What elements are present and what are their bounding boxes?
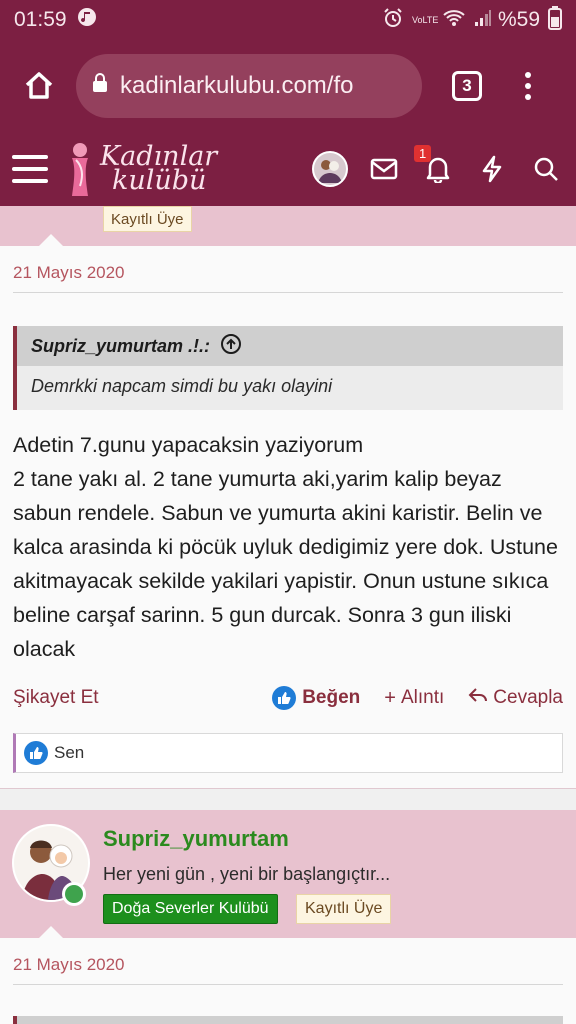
- music-app-icon: [77, 7, 97, 33]
- post-date[interactable]: 21 Mayıs 2020: [13, 263, 125, 283]
- go-to-quoted-icon[interactable]: [220, 333, 242, 360]
- logo-line-2: kulübü: [112, 165, 207, 196]
- post-pointer: [38, 926, 64, 939]
- alarm-icon: [382, 7, 404, 34]
- thumbs-up-icon: [272, 686, 297, 710]
- volte-indicator: VoLTE: [411, 15, 439, 25]
- envelope-icon: [370, 158, 398, 180]
- signal-icon: [474, 9, 492, 32]
- post-date[interactable]: 21 Mayıs 2020: [13, 955, 125, 975]
- thumbs-up-icon: [24, 741, 48, 765]
- site-logo[interactable]: Kadınlar kulübü: [66, 140, 217, 198]
- url-text: kadinlarkulubu.com/fo: [120, 72, 354, 99]
- quote-text: Demrkki napcam simdi bu yakı olayini: [31, 376, 333, 396]
- search-icon: [534, 157, 558, 181]
- reactions-summary[interactable]: Sen: [13, 733, 563, 773]
- home-button[interactable]: [14, 61, 64, 111]
- site-header: Kadınlar kulübü 1: [0, 132, 576, 206]
- battery-percent: %59: [497, 8, 540, 31]
- alerts-button[interactable]: 1: [414, 145, 456, 187]
- quote-author: Supriz_yumurtam .!.:: [31, 335, 211, 356]
- quote-button[interactable]: + Alıntı: [384, 687, 444, 710]
- quote-label: Alıntı: [400, 687, 445, 708]
- user-title-tag: Kayıtlı Üye: [296, 894, 392, 924]
- whats-new-button[interactable]: [474, 151, 510, 187]
- tab-switcher-button[interactable]: 3: [452, 71, 482, 101]
- quote-block: [13, 1016, 563, 1024]
- browser-toolbar: kadinlarkulubu.com/fo 3: [0, 40, 576, 132]
- account-avatar[interactable]: [312, 151, 348, 187]
- divider: [13, 984, 563, 985]
- reply-button[interactable]: Cevapla: [468, 686, 563, 710]
- user-title-tag: Kayıtlı Üye: [103, 206, 192, 232]
- battery-icon: [548, 5, 562, 35]
- address-bar[interactable]: kadinlarkulubu.com/fo: [76, 54, 422, 118]
- status-time: 01:59: [14, 8, 67, 31]
- lightning-icon: [482, 155, 502, 183]
- lock-icon: [92, 72, 108, 100]
- wifi-icon: [442, 8, 466, 33]
- plus-icon: +: [384, 686, 396, 709]
- username-link[interactable]: Supriz_yumurtam: [103, 826, 289, 852]
- logo-figure-icon: [72, 143, 88, 196]
- reply-label: Cevapla: [493, 687, 563, 708]
- post-pointer: [38, 234, 64, 247]
- post-actions: Şikayet Et Beğen + Alıntı Cevapla: [13, 682, 563, 714]
- reply-icon: [468, 686, 488, 710]
- forum-post: 21 Mayıs 2020: [0, 926, 576, 1024]
- hamburger-menu-icon[interactable]: [12, 155, 48, 183]
- user-motto: Her yeni gün , yeni bir başlangıçtır...: [103, 864, 391, 884]
- user-info-block: Supriz_yumurtam Her yeni gün , yeni bir …: [0, 810, 576, 938]
- group-badge[interactable]: Doğa Severler Kulübü: [103, 894, 278, 924]
- post-body: Adetin 7.gunu yapacaksin yaziyorum 2 tan…: [13, 433, 558, 661]
- quote-header[interactable]: Supriz_yumurtam .!.:: [17, 326, 563, 366]
- home-icon: [25, 72, 53, 99]
- quote-block: Supriz_yumurtam .!.: Demrkki napcam simd…: [13, 326, 563, 410]
- post-separator: [0, 788, 576, 810]
- reactions-text: Sen: [54, 743, 85, 762]
- inbox-button[interactable]: [366, 151, 402, 187]
- browser-menu-button[interactable]: [518, 72, 538, 100]
- like-label: Beğen: [302, 687, 361, 708]
- online-status-indicator: [62, 882, 86, 906]
- alerts-badge: 1: [414, 145, 432, 162]
- divider: [13, 292, 563, 293]
- forum-post: 21 Mayıs 2020 Supriz_yumurtam .!.: Demrk…: [0, 234, 576, 788]
- previous-user-block: [0, 206, 576, 246]
- search-button[interactable]: [528, 151, 564, 187]
- report-link[interactable]: Şikayet Et: [13, 687, 99, 709]
- like-button[interactable]: Beğen: [272, 686, 360, 710]
- status-bar: 01:59 VoLTE %59: [0, 0, 576, 40]
